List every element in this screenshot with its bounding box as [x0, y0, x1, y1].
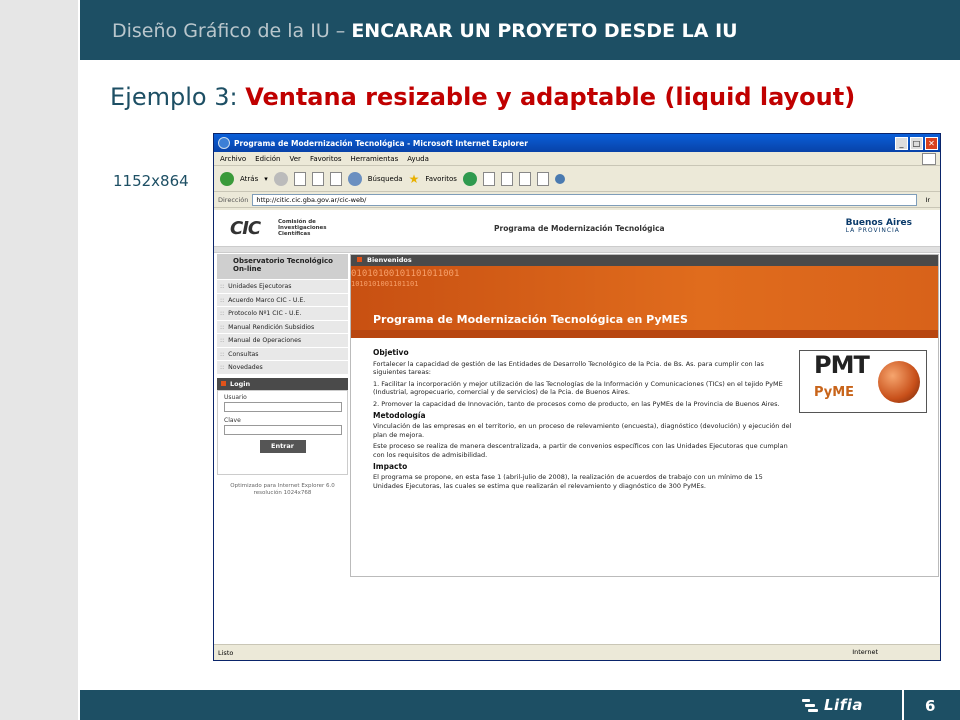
menu-herramientas[interactable]: Herramientas [351, 155, 399, 163]
history-icon[interactable] [462, 171, 477, 186]
banner-title: Programa de Modernización Tecnológica en… [373, 313, 688, 326]
search-icon[interactable] [347, 171, 362, 186]
observatorio-heading: Observatorio Tecnológico On-line [217, 254, 348, 280]
lifia-logo: Lifia [802, 696, 863, 714]
edit-icon[interactable] [518, 171, 531, 186]
page-viewport: CIC Comisión de Investigaciones Científi… [214, 210, 940, 644]
status-bar: Listo Internet [214, 644, 940, 660]
cic-subtitle: Comisión de Investigaciones Científicas [278, 219, 327, 237]
password-label: Clave [224, 416, 241, 424]
slide-title-highlight: Ventana resizable y adaptable (liquid la… [245, 83, 856, 111]
paragraph: 1. Facilitar la incorporación y mejor ut… [373, 379, 783, 397]
menu-ver[interactable]: Ver [290, 155, 301, 163]
menu-ayuda[interactable]: Ayuda [407, 155, 429, 163]
favorites-star-icon[interactable]: ★ [409, 172, 420, 186]
binary-decoration: 01010100101101011001 1010101001101101 [351, 269, 460, 288]
ie-icon [218, 137, 230, 149]
window-title: Programa de Modernización Tecnológica - … [234, 138, 528, 148]
sidebar-item-protocolo[interactable]: :: Protocolo Nº1 CIC - U.E. [217, 307, 348, 321]
password-input[interactable] [224, 424, 342, 435]
forward-arrow-icon[interactable] [273, 171, 288, 186]
paragraph: Fortalecer la capacidad de gestión de la… [373, 359, 764, 377]
paragraph: El programa se propone, en esta fase 1 (… [373, 473, 763, 490]
login-submit-button[interactable]: Entrar [259, 439, 306, 453]
username-input[interactable] [224, 401, 342, 412]
close-button[interactable]: ✕ [925, 136, 938, 150]
maximize-button[interactable]: □ [910, 136, 923, 150]
url-input[interactable]: http://citic.cic.gba.gov.ar/cic-web/ [252, 193, 918, 206]
optimized-note: Optimizado para Internet Explorer 6.0 re… [230, 482, 335, 496]
slide: Diseño Gráfico de la IU – ENCARAR UN PRO… [0, 0, 960, 720]
pmt-pyme-logo: PMT PyME [799, 350, 927, 413]
discuss-icon[interactable] [536, 171, 549, 186]
site-sidebar: Observatorio Tecnológico On-line :: Unida… [217, 254, 348, 497]
internet-zone: Internet [852, 648, 878, 656]
content-heading: Bienvenidos [351, 255, 938, 266]
content-body: Objetivo Fortalecer la capacidad de gest… [351, 338, 938, 501]
minimize-button[interactable]: _ [895, 136, 908, 150]
messenger-icon[interactable] [554, 173, 565, 184]
back-arrow-icon[interactable] [220, 171, 234, 186]
buenos-aires-logo[interactable]: Buenos Aires LA PROVINCIA [846, 219, 912, 235]
paragraph: Vinculación de las empresas en el territ… [373, 422, 792, 439]
status-text: Listo [218, 648, 234, 657]
lifia-mark-icon [802, 698, 818, 712]
slide-title: Ejemplo 3: Ventana resizable y adaptable… [110, 83, 855, 111]
main-content: Bienvenidos 01010100101101011001 10101010… [350, 254, 939, 577]
globe-icon [878, 361, 920, 403]
address-bar: Dirección http://citic.cic.gba.gov.ar/ci… [214, 192, 940, 208]
slide-header-prefix: Diseño Gráfico de la IU – [112, 20, 352, 42]
browser-toolbar: Atrás ▾ Búsqueda ★ Favoritos [214, 166, 940, 192]
browser-titlebar: Programa de Modernización Tecnológica - … [214, 134, 940, 152]
resolution-label: 1152x864 [113, 172, 189, 190]
address-label: Dirección [218, 195, 249, 204]
slide-header-bold: ENCARAR UN PROYETO DESDE LA IU [351, 20, 738, 42]
home-icon[interactable] [329, 171, 342, 186]
login-form: Usuario Clave Entrar [217, 389, 348, 475]
sidebar-item-novedades[interactable]: :: Novedades [217, 361, 348, 375]
paragraph: Este proceso se realiza de manera descen… [373, 442, 788, 459]
favorites-button-label[interactable]: Favoritos [425, 175, 457, 183]
site-strip [214, 247, 940, 253]
section-heading-impacto: Impacto [373, 461, 408, 471]
windows-flag-icon [922, 153, 936, 165]
menu-edicion[interactable]: Edición [255, 155, 280, 163]
refresh-icon[interactable] [311, 171, 324, 186]
sidebar-item-manual-rendicion[interactable]: :: Manual Rendición Subsidios [217, 320, 348, 334]
browser-window: Programa de Modernización Tecnológica - … [213, 133, 941, 661]
slide-title-prefix: Ejemplo 3: [110, 83, 246, 111]
sidebar-item-manual-operaciones[interactable]: :: Manual de Operaciones [217, 334, 348, 348]
paragraph: 2. Promover la capacidad de Innovación, … [373, 399, 780, 408]
username-label: Usuario [224, 393, 247, 401]
slide-left-bar [0, 0, 78, 720]
slide-footer: Lifia 6 [0, 690, 960, 720]
program-banner: 01010100101101011001 1010101001101101 Pro… [351, 266, 938, 338]
site-title: Programa de Modernización Tecnológica [494, 224, 665, 233]
print-icon[interactable] [500, 171, 513, 186]
menu-bar: Archivo Edición Ver Favoritos Herramient… [214, 152, 940, 166]
mail-icon[interactable] [482, 171, 495, 186]
search-button-label[interactable]: Búsqueda [368, 175, 403, 183]
cic-logo[interactable]: CIC [230, 218, 261, 239]
page-number: 6 [925, 697, 936, 715]
go-button[interactable]: Ir [925, 196, 930, 204]
sidebar-item-consultas[interactable]: :: Consultas [217, 347, 348, 361]
login-heading: Login [217, 377, 348, 390]
sidebar-item-acuerdo[interactable]: :: Acuerdo Marco CIC - U.E. [217, 293, 348, 307]
back-button-label[interactable]: Atrás [240, 175, 258, 183]
menu-favoritos[interactable]: Favoritos [310, 155, 342, 163]
site-header: CIC Comisión de Investigaciones Científi… [214, 210, 940, 247]
sidebar-item-unidades[interactable]: :: Unidades Ejecutoras [217, 280, 348, 294]
menu-archivo[interactable]: Archivo [220, 155, 246, 163]
slide-header: Diseño Gráfico de la IU – ENCARAR UN PRO… [112, 20, 738, 42]
stop-icon[interactable] [293, 171, 306, 186]
